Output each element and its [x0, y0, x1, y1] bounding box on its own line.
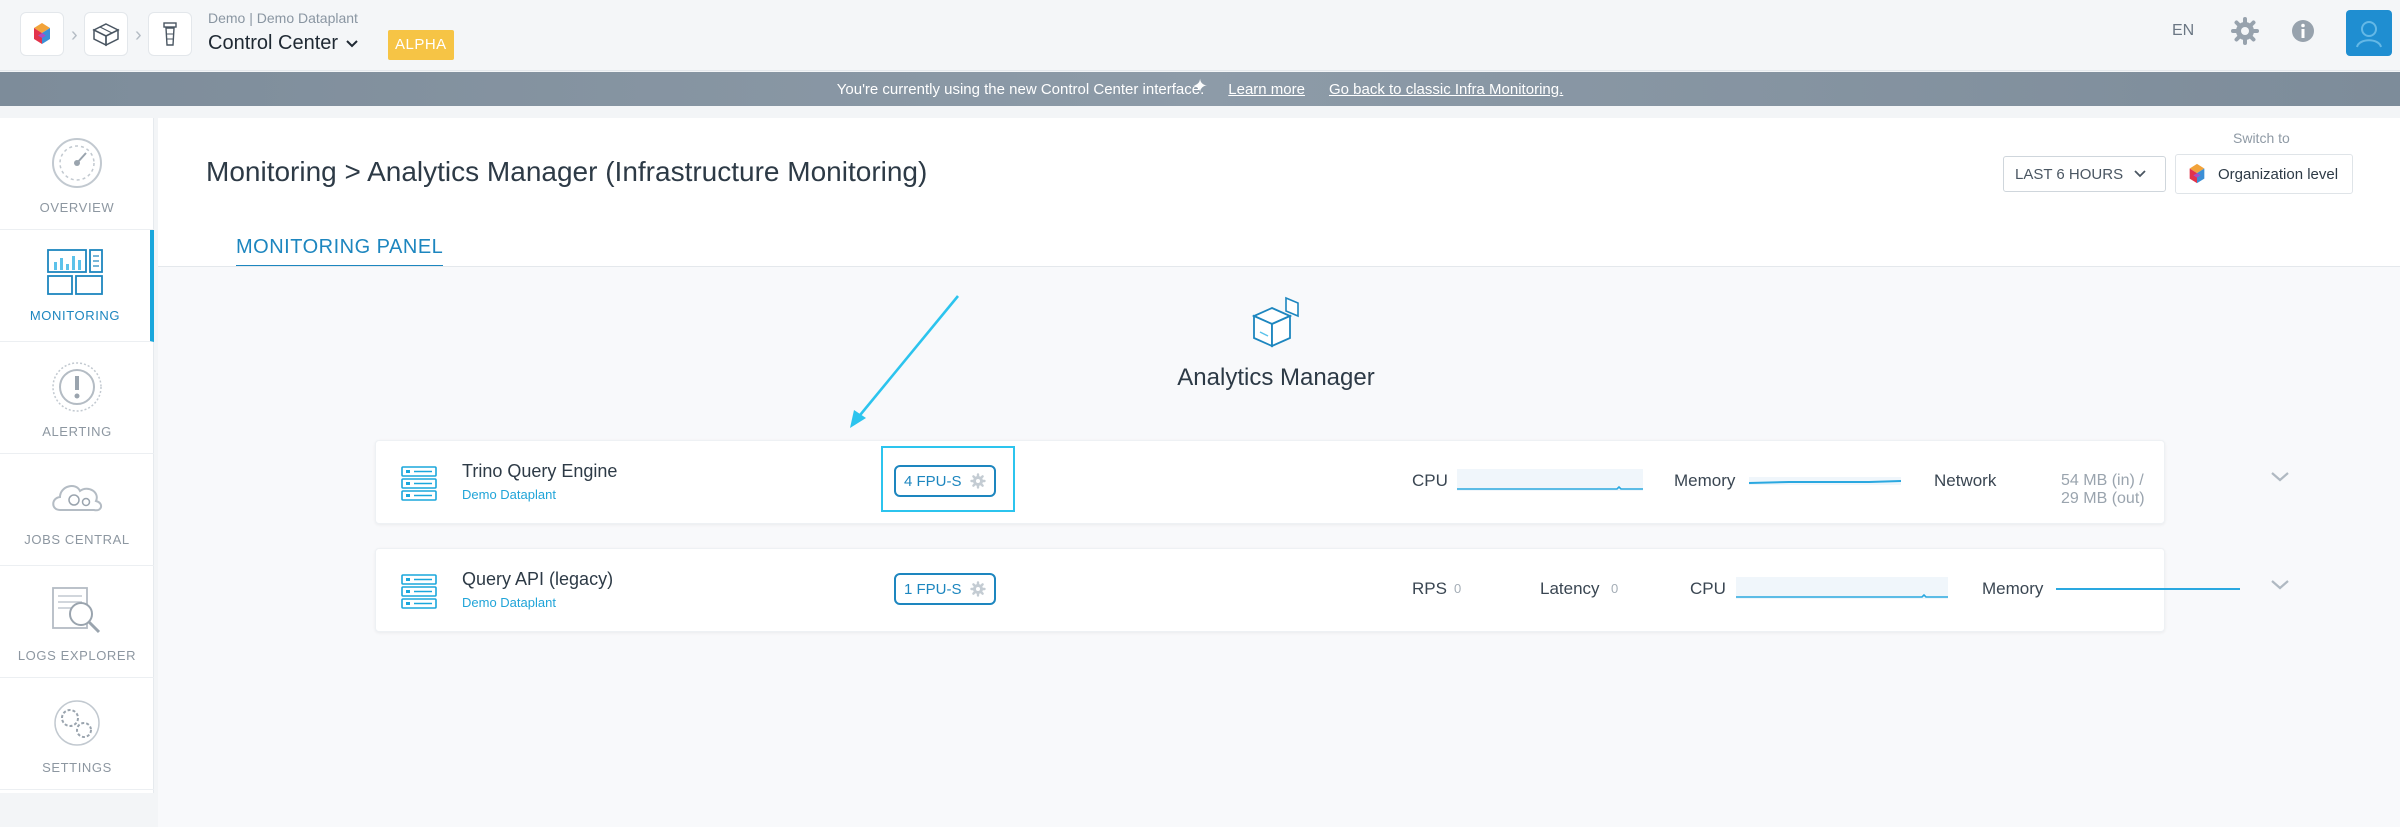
sidebar-item-label: LOGS EXPLORER — [17, 648, 137, 663]
annotation-arrow — [850, 295, 960, 428]
chevron-down-icon[interactable] — [344, 38, 360, 50]
learn-more-link[interactable]: Learn more — [1228, 81, 1305, 98]
app-logo-button[interactable] — [20, 12, 64, 56]
gauge-icon — [52, 138, 102, 188]
sidebar-item-label: SETTINGS — [42, 760, 112, 775]
alpha-badge: ALPHA — [388, 30, 454, 60]
organization-level-button[interactable]: Organization level — [2175, 154, 2353, 194]
dataplant-cube-icon — [92, 23, 120, 47]
lighthouse-icon — [163, 22, 177, 46]
small-gear-icon — [969, 473, 986, 489]
cpu-sparkline — [1736, 577, 1948, 599]
chevron-right-icon: › — [71, 24, 78, 46]
sidebar-item-jobs-central[interactable]: JOBS CENTRAL — [0, 454, 154, 566]
back-to-classic-link[interactable]: Go back to classic Infra Monitoring. — [1329, 81, 1563, 98]
memory-label: Memory — [1982, 579, 2044, 598]
network-value: 54 MB (in) / 29 MB (out) — [2061, 472, 2145, 507]
content-area — [158, 267, 2400, 827]
fpu-size-badge[interactable]: 1 FPU-S — [894, 573, 996, 605]
cpu-label: CPU — [1412, 471, 1448, 490]
memory-sparkline — [1749, 477, 1901, 485]
sparkle-icon: ✦ — [1192, 76, 1208, 96]
time-range-select[interactable]: LAST 6 HOURS — [2003, 156, 2166, 192]
fpu-size-label: 1 FPU-S — [904, 580, 962, 598]
top-bar: › › Demo | Demo Dataplant Control Center… — [0, 0, 2400, 71]
monitoring-panel-icon — [47, 249, 103, 295]
avatar[interactable] — [2346, 10, 2392, 56]
latency-value: 0 — [1611, 581, 1619, 596]
banner-message: You're currently using the new Control C… — [836, 80, 1205, 98]
server-stack-icon — [401, 574, 437, 609]
service-dataplant-link[interactable]: Demo Dataplant — [462, 595, 556, 610]
service-dataplant-link[interactable]: Demo Dataplant — [462, 487, 556, 502]
sidebar-item-label: OVERVIEW — [39, 200, 115, 215]
breadcrumb-monitoring[interactable]: Monitoring — [206, 156, 337, 187]
language-selector[interactable]: EN — [2172, 22, 2194, 40]
gear-icon[interactable] — [2230, 16, 2260, 46]
tab-monitoring-panel[interactable]: MONITORING PANEL — [236, 236, 444, 268]
sidebar: OVERVIEW MONITORING ALERTING JOBS CENTRA… — [0, 118, 154, 793]
settings-gear-icon — [54, 700, 100, 746]
app-logo-icon — [34, 23, 50, 44]
service-card-query-api[interactable]: Query API (legacy) Demo Dataplant 1 FPU-… — [375, 548, 2289, 632]
avatar-icon — [2356, 21, 2382, 48]
sidebar-item-monitoring[interactable]: MONITORING — [0, 230, 154, 342]
fpu-size-badge[interactable]: 4 FPU-S — [894, 465, 996, 497]
service-card-trino[interactable]: Trino Query Engine Demo Dataplant 4 FPU-… — [375, 440, 2289, 524]
section-title: Analytics Manager — [1177, 364, 1375, 391]
small-gear-icon — [969, 581, 986, 597]
logs-magnifier-icon — [52, 587, 101, 634]
sidebar-item-settings[interactable]: SETTINGS — [0, 678, 154, 790]
organization-name: Demo | Demo Dataplant — [208, 10, 358, 26]
main-panel: Monitoring > Analytics Manager (Infrastr… — [158, 118, 2400, 827]
time-range-value: LAST 6 HOURS — [2015, 165, 2124, 183]
sidebar-item-label: MONITORING — [29, 308, 121, 323]
sidebar-item-logs-explorer[interactable]: LOGS EXPLORER — [0, 566, 154, 678]
chevron-down-icon[interactable] — [2268, 577, 2292, 593]
switch-to-label: Switch to — [2233, 130, 2290, 146]
sidebar-item-label: JOBS CENTRAL — [24, 532, 130, 547]
alert-icon — [52, 362, 102, 412]
context-title[interactable]: Control Center — [208, 32, 338, 55]
page-title: Monitoring > Analytics Manager (Infrastr… — [206, 156, 927, 188]
organization-logo-icon — [2189, 163, 2205, 184]
rps-value: 0 — [1454, 581, 1462, 596]
dataplant-button[interactable] — [84, 12, 128, 56]
cpu-sparkline — [1457, 469, 1643, 491]
network-label: Network — [1934, 471, 1997, 490]
chevron-right-icon: › — [135, 24, 142, 46]
server-stack-icon — [401, 466, 437, 501]
analytics-cube-icon — [1251, 296, 1299, 348]
breadcrumb-current: Analytics Manager (Infrastructure Monito… — [367, 156, 928, 187]
chevron-down-icon[interactable] — [2268, 469, 2292, 485]
classic-interface-banner: ✦ You're currently using the new Control… — [0, 72, 2400, 106]
memory-sparkline — [2056, 588, 2240, 590]
memory-label: Memory — [1674, 471, 1736, 490]
fpu-size-label: 4 FPU-S — [904, 472, 962, 490]
cpu-label: CPU — [1690, 579, 1726, 598]
info-icon[interactable] — [2290, 18, 2316, 44]
sidebar-item-alerting[interactable]: ALERTING — [0, 342, 154, 454]
jobs-cloud-icon — [52, 485, 102, 512]
chevron-down-icon — [2134, 170, 2146, 178]
rps-label: RPS — [1412, 579, 1447, 598]
service-name: Trino Query Engine — [462, 461, 618, 481]
sidebar-item-label: ALERTING — [42, 424, 112, 439]
latency-label: Latency — [1540, 579, 1600, 598]
breadcrumb-separator: > — [344, 156, 361, 187]
sidebar-item-overview[interactable]: OVERVIEW — [0, 118, 154, 230]
organization-level-label: Organization level — [2218, 165, 2339, 183]
service-name: Query API (legacy) — [462, 569, 614, 589]
control-center-button[interactable] — [148, 12, 192, 56]
